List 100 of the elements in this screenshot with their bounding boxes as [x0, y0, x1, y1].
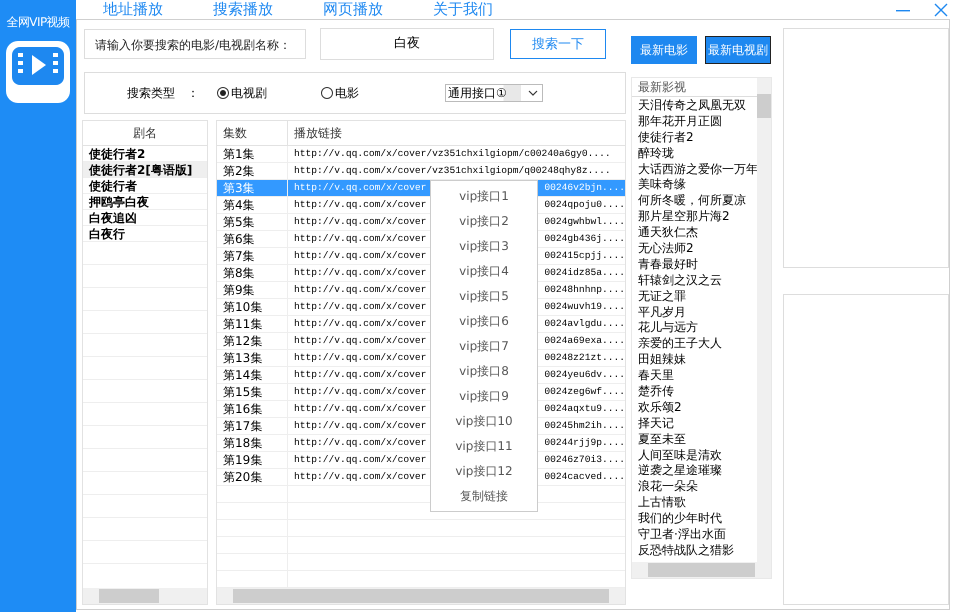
- series-item[interactable]: 白夜追凶: [83, 210, 207, 226]
- nav-tab[interactable]: 搜索播放: [213, 0, 323, 19]
- table-cell-text: 第20集: [222, 469, 264, 485]
- search-button[interactable]: 搜索一下: [510, 29, 606, 59]
- horizontal-scrollbar[interactable]: [217, 588, 625, 604]
- series-item[interactable]: 白夜行: [83, 226, 207, 242]
- menu-item[interactable]: vip接口9: [431, 384, 537, 409]
- table-cell-text: 第4集: [222, 197, 256, 213]
- list-item[interactable]: 美味奇缘: [632, 176, 757, 192]
- list-item[interactable]: 那片星空那片海2: [632, 208, 757, 224]
- link-text: 00245hm2ih....: [544, 419, 625, 433]
- link-text: http://v.qq.com/x/cover/vz351chxilgiopm/c00240a6gy0....: [294, 147, 611, 161]
- link-text: http://v.qq.com/x/cover: [294, 385, 426, 399]
- link-text: http://v.qq.com/x/cover: [294, 368, 426, 382]
- link-text: 0024qpoju0....: [544, 198, 625, 212]
- link-text: 0024cacved....: [544, 470, 625, 484]
- list-item[interactable]: 反恐特战队之猎影: [632, 542, 757, 558]
- link-text: http://v.qq.com/x/cover: [294, 334, 426, 348]
- link-text: 0024a69exa....: [544, 334, 625, 348]
- menu-item[interactable]: vip接口8: [431, 359, 537, 384]
- search-field[interactable]: 白夜: [320, 28, 494, 60]
- link-text: 00248z21zt....: [544, 351, 625, 365]
- list-item[interactable]: 亲爱的王子大人: [632, 335, 757, 352]
- list-item[interactable]: 守卫者·浮出水面: [632, 526, 757, 542]
- menu-item[interactable]: vip接口2: [431, 209, 537, 234]
- menu-item[interactable]: vip接口10: [431, 409, 537, 434]
- table-cell-text: 第13集: [222, 350, 264, 366]
- list-item[interactable]: 我们的少年时代: [632, 510, 757, 526]
- table-cell-text: 第3集: [222, 180, 256, 196]
- list-item[interactable]: 无心法师2: [632, 240, 757, 256]
- list-item[interactable]: 天泪传奇之凤凰无双: [632, 97, 757, 113]
- list-item[interactable]: 逆袭之星途璀璨: [632, 462, 757, 478]
- series-item[interactable]: 使徒行者: [83, 178, 207, 194]
- horizontal-scrollbar[interactable]: [632, 562, 771, 578]
- list-item[interactable]: 何所冬暖，何所夏凉: [632, 192, 757, 208]
- interface-dropdown[interactable]: 通用接口①: [445, 84, 543, 102]
- link-text: http://v.qq.com/x/cover: [294, 351, 426, 365]
- video-play-icon: [6, 41, 70, 103]
- search-label: 请输入你要搜索的电影/电视剧名称：: [84, 29, 306, 59]
- horizontal-scrollbar[interactable]: [83, 588, 207, 604]
- list-item[interactable]: 择天记: [632, 414, 757, 431]
- menu-item[interactable]: vip接口7: [431, 334, 537, 359]
- menu-item[interactable]: vip接口11: [431, 434, 537, 459]
- table-cell-text: 第17集: [222, 418, 264, 434]
- list-item[interactable]: 使徒行者2: [632, 128, 757, 145]
- menu-item[interactable]: vip接口5: [431, 284, 537, 309]
- list-item[interactable]: 人间至味是清欢: [632, 446, 757, 462]
- column-header: 播放链接: [287, 121, 625, 145]
- menu-item[interactable]: vip接口12: [431, 459, 537, 484]
- link-text: 00246v2bjn....: [544, 181, 625, 195]
- radio-button[interactable]: [217, 87, 229, 99]
- link-text: 0024gb436j....: [544, 232, 625, 246]
- list-item[interactable]: 轩辕剑之汉之云: [632, 272, 757, 288]
- close-icon[interactable]: [934, 2, 948, 16]
- menu-item[interactable]: 复制链接: [431, 484, 537, 509]
- nav-tab[interactable]: 网页播放: [323, 0, 433, 19]
- list-item[interactable]: 楚乔传: [632, 383, 757, 399]
- latest-button[interactable]: 最新电影: [631, 36, 697, 64]
- list-item[interactable]: 醉玲珑: [632, 144, 757, 161]
- app-title: 全网VIP视频: [6, 14, 70, 31]
- link-text: http://v.qq.com/x/cover: [294, 232, 426, 246]
- nav-tab[interactable]: 地址播放: [103, 0, 213, 19]
- vertical-scrollbar[interactable]: [757, 78, 771, 562]
- link-text: 0024avlgdu....: [544, 317, 625, 331]
- list-item[interactable]: 欢乐颂2: [632, 398, 757, 415]
- radio-button[interactable]: [321, 87, 333, 99]
- table-cell-text: 第11集: [222, 316, 264, 332]
- link-text: http://v.qq.com/x/cover: [294, 215, 426, 229]
- list-item[interactable]: 那年花开月正圆: [632, 112, 757, 129]
- series-item[interactable]: 使徒行者2[粤语版]: [83, 162, 207, 178]
- table-cell-text: 第18集: [222, 435, 264, 451]
- list-item[interactable]: 上古情歌: [632, 494, 757, 510]
- list-item[interactable]: 无证之罪: [632, 288, 757, 304]
- link-text: http://v.qq.com/x/cover: [294, 181, 426, 195]
- menu-item[interactable]: vip接口4: [431, 259, 537, 284]
- table-cell-text: 第8集: [222, 265, 256, 281]
- link-text: 00248hnhnp....: [544, 283, 625, 297]
- latest-button[interactable]: 最新电视剧: [705, 36, 771, 64]
- list-item[interactable]: 春天里: [632, 367, 757, 384]
- menu-item[interactable]: vip接口3: [431, 234, 537, 259]
- nav-tab[interactable]: 关于我们: [433, 0, 543, 19]
- link-text: http://v.qq.com/x/cover/vz351chxilgiopm/q00248qhy8z....: [294, 164, 611, 178]
- table-cell-text: 第16集: [222, 401, 264, 417]
- list-item[interactable]: 夏至未至: [632, 430, 757, 447]
- list-item[interactable]: 通天狄仁杰: [632, 224, 757, 240]
- list-item[interactable]: 青春最好时: [632, 256, 757, 272]
- list-item[interactable]: 花儿与远方: [632, 319, 757, 336]
- link-text: 0024aqxtu9....: [544, 402, 625, 416]
- table-cell-text: 第19集: [222, 452, 264, 468]
- link-text: 0024gwhbwl....: [544, 215, 625, 229]
- table-cell-text: 第9集: [222, 282, 256, 298]
- link-text: http://v.qq.com/x/cover: [294, 266, 426, 280]
- link-text: http://v.qq.com/x/cover: [294, 436, 426, 450]
- list-item[interactable]: 平凡岁月: [632, 304, 757, 320]
- menu-item[interactable]: vip接口6: [431, 309, 537, 334]
- link-text: http://v.qq.com/x/cover: [294, 283, 426, 297]
- series-item[interactable]: 押鸥亭白夜: [83, 194, 207, 210]
- table-cell-text: 第1集: [222, 146, 256, 162]
- list-item[interactable]: 田姐辣妹: [632, 351, 757, 368]
- list-item[interactable]: 浪花一朵朵: [632, 478, 757, 494]
